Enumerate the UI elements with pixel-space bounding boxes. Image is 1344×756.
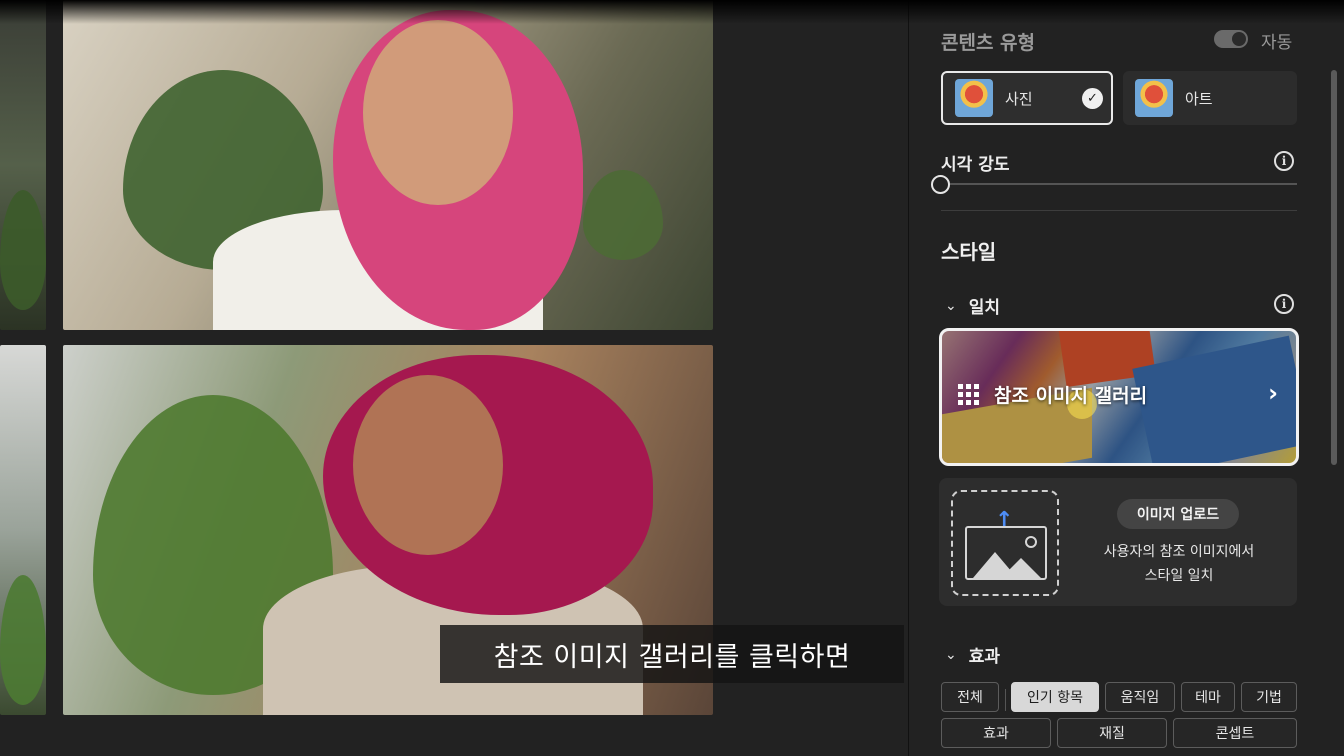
effect-chip-popular[interactable]: 인기 항목 bbox=[1011, 682, 1099, 712]
effect-chip-movement[interactable]: 움직임 bbox=[1105, 682, 1175, 712]
match-header[interactable]: ⌄ 일치 bbox=[945, 293, 1001, 319]
upload-description: 사용자의 참조 이미지에서 스타일 일치 bbox=[1079, 540, 1279, 588]
content-type-art-label: 아트 bbox=[1185, 89, 1213, 108]
effect-chip-effect[interactable]: 효과 bbox=[941, 718, 1051, 748]
content-type-title: 콘텐츠 유형 bbox=[941, 32, 1036, 54]
effect-chip-theme[interactable]: 테마 bbox=[1181, 682, 1235, 712]
checkmark-icon: ✓ bbox=[1082, 88, 1103, 109]
reference-gallery-label: 참조 이미지 갤러리 bbox=[994, 385, 1148, 407]
upload-desc-line1: 사용자의 참조 이미지에서 bbox=[1103, 544, 1255, 560]
info-icon[interactable]: i bbox=[1274, 294, 1294, 314]
chevron-down-icon: ⌄ bbox=[945, 646, 957, 663]
upload-image-button[interactable]: 이미지 업로드 bbox=[1117, 499, 1239, 529]
effect-chip-concept[interactable]: 콘셉트 bbox=[1173, 718, 1297, 748]
chevron-right-icon: › bbox=[1268, 379, 1278, 407]
upload-desc-line2: 스타일 일치 bbox=[1144, 568, 1214, 584]
visual-intensity-header: 시각 강도 bbox=[941, 150, 1009, 175]
effect-chip-technique[interactable]: 기법 bbox=[1241, 682, 1297, 712]
content-type-art-option[interactable]: 아트 bbox=[1123, 71, 1297, 125]
image-drop-zone[interactable]: ↑ bbox=[951, 490, 1059, 596]
panel-scrollbar[interactable] bbox=[1331, 70, 1337, 465]
chevron-down-icon: ⌄ bbox=[945, 297, 957, 314]
upload-reference-card: ↑ 이미지 업로드 사용자의 참조 이미지에서 스타일 일치 bbox=[939, 478, 1297, 606]
generated-image-1[interactable] bbox=[63, 0, 713, 330]
video-caption: 참조 이미지 갤러리를 클릭하면 bbox=[440, 625, 904, 683]
image-placeholder-icon bbox=[965, 526, 1047, 580]
effect-chip-all[interactable]: 전체 bbox=[941, 682, 999, 712]
style-section-title: 스타일 bbox=[941, 240, 997, 264]
section-divider bbox=[941, 210, 1297, 211]
reference-gallery-button[interactable]: 참조 이미지 갤러리 › bbox=[939, 328, 1299, 466]
generated-image-partial-1[interactable] bbox=[0, 0, 46, 330]
balloon-thumbnail-icon bbox=[955, 79, 993, 117]
effects-header[interactable]: ⌄ 효과 bbox=[945, 642, 1001, 668]
effect-chip-material[interactable]: 재질 bbox=[1057, 718, 1167, 748]
info-icon[interactable]: i bbox=[1274, 151, 1294, 171]
content-type-photo-label: 사진 bbox=[1005, 89, 1033, 108]
visual-intensity-label: 시각 강도 bbox=[941, 155, 1010, 175]
generated-image-partial-2[interactable] bbox=[0, 345, 46, 715]
settings-panel: 콘텐츠 유형 자동 사진 ✓ 아트 시각 강도 i 스타일 ⌄ 일치 i 참조 … bbox=[908, 0, 1344, 756]
top-shadow bbox=[0, 0, 1344, 24]
chip-separator bbox=[1005, 689, 1006, 711]
auto-toggle-label: 자동 bbox=[1261, 33, 1293, 53]
balloon-thumbnail-icon bbox=[1135, 79, 1173, 117]
effects-label: 효과 bbox=[968, 647, 1001, 667]
visual-intensity-slider-track[interactable] bbox=[949, 183, 1297, 185]
content-type-photo-option[interactable]: 사진 ✓ bbox=[941, 71, 1113, 125]
image-canvas: 참조 이미지 갤러리를 클릭하면 bbox=[0, 0, 908, 756]
visual-intensity-slider-handle[interactable] bbox=[931, 175, 950, 194]
auto-toggle[interactable] bbox=[1214, 30, 1248, 48]
match-label: 일치 bbox=[968, 298, 1001, 318]
grid-icon bbox=[958, 383, 980, 406]
